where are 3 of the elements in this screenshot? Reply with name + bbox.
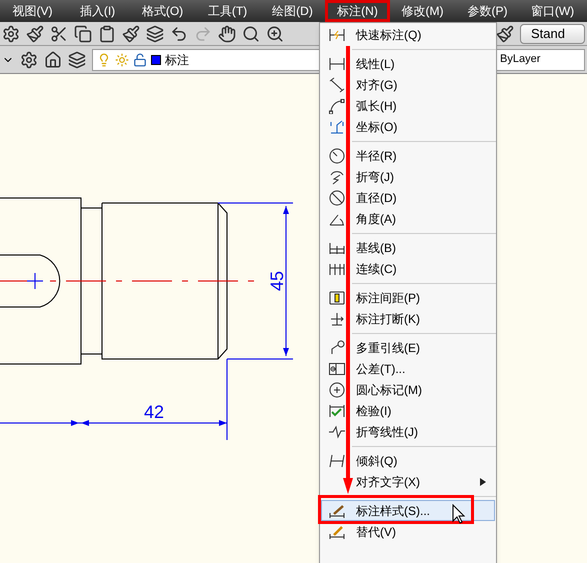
dimension-text: 45 — [267, 270, 287, 292]
layer-name: 标注 — [165, 52, 189, 68]
dimension-text: 42 — [144, 402, 164, 422]
